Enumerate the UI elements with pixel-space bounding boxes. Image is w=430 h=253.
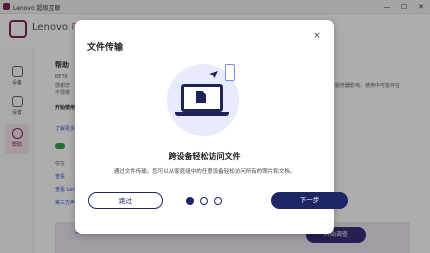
file-transfer-illustration [163, 58, 247, 142]
pagination-dot-1[interactable] [186, 197, 194, 205]
laptop-base [175, 112, 229, 116]
dialog-title: 文件传输 [87, 43, 124, 53]
skip-button[interactable]: 跳过 [88, 192, 163, 209]
pagination-dot-3[interactable] [214, 197, 222, 205]
file-transfer-dialog: 文件传输 × 跨设备轻松访问文件 通过文件传输，您可以从家庭组中的任意设备轻松访… [75, 20, 348, 234]
phone-icon [225, 64, 235, 81]
close-icon[interactable]: × [311, 30, 323, 42]
next-button[interactable]: 下一步 [271, 192, 348, 209]
dialog-subtitle: 跨设备轻松访问文件 [168, 152, 241, 161]
dialog-description: 通过文件传输，您可以从家庭组中的任意设备轻松访问所有的照片和文档。 [113, 169, 296, 175]
pagination-dot-2[interactable] [200, 197, 208, 205]
